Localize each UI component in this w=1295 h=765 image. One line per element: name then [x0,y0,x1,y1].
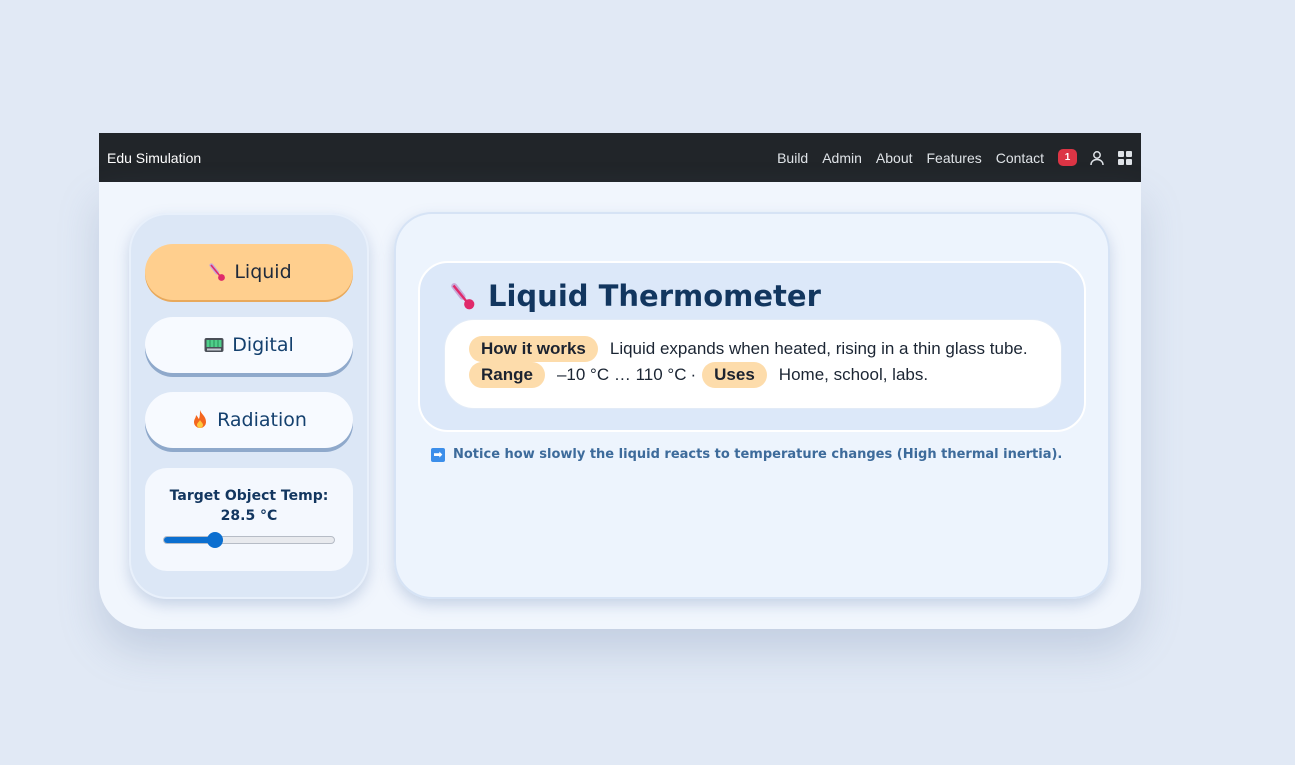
info-row-range: Range –10 °C … 110 °C · Uses Home, schoo… [469,362,1061,388]
thermometer-icon [206,262,226,282]
info-title: Liquid Thermometer [446,279,821,313]
nav-link-admin[interactable]: Admin [822,150,862,166]
info-title-text: Liquid Thermometer [488,279,821,313]
target-temp-label: Target Object Temp: [169,488,329,504]
nav-link-contact[interactable]: Contact [996,150,1044,166]
top-navbar: Edu Simulation Build Admin About Feature… [99,133,1141,182]
notification-badge[interactable]: 1 [1058,149,1077,166]
mode-label-liquid: Liquid [234,261,292,283]
nav-link-build[interactable]: Build [777,150,808,166]
main-panel: Liquid Thermometer How it works Liquid e… [394,212,1110,599]
range-text: –10 °C … 110 °C [556,365,687,384]
mode-button-digital[interactable]: Digital [145,317,353,373]
target-temp-value: 28.5 °C [220,508,278,524]
nav-link-about[interactable]: About [876,150,913,166]
mode-button-radiation[interactable]: Radiation [145,392,353,448]
arrow-right-icon: ➡ [431,447,445,462]
separator: · [690,365,697,384]
target-temp-slider[interactable] [163,532,335,548]
thermometer-icon [446,281,476,311]
nav-links: Build Admin About Features Contact 1 [777,149,1133,166]
how-it-works-pill: How it works [469,336,598,362]
nav-link-features[interactable]: Features [927,150,982,166]
info-row-how: How it works Liquid expands when heated,… [469,336,1061,362]
thermometer-info-card: Liquid Thermometer How it works Liquid e… [418,261,1086,432]
grid-icon[interactable] [1117,150,1133,166]
mode-sidebar: Liquid Digital Radiation Target Object T… [129,213,369,599]
mode-label-radiation: Radiation [217,409,307,431]
range-pill: Range [469,362,545,388]
fire-icon [191,410,209,430]
mode-button-liquid[interactable]: Liquid [145,244,353,300]
brand-name[interactable]: Edu Simulation [107,150,201,166]
slider-thumb[interactable] [207,532,223,548]
mode-label-digital: Digital [232,334,294,356]
uses-text: Home, school, labs. [778,365,929,384]
info-body: How it works Liquid expands when heated,… [444,319,1062,409]
uses-pill: Uses [702,362,767,388]
target-temp-panel: Target Object Temp: 28.5 °C [145,468,353,571]
digital-display-icon [204,337,224,353]
notice-text-row: ➡ Notice how slowly the liquid reacts to… [431,447,1062,462]
user-icon[interactable] [1089,150,1105,166]
how-it-works-text: Liquid expands when heated, rising in a … [609,339,1028,358]
notice-text: Notice how slowly the liquid reacts to t… [453,447,1063,462]
